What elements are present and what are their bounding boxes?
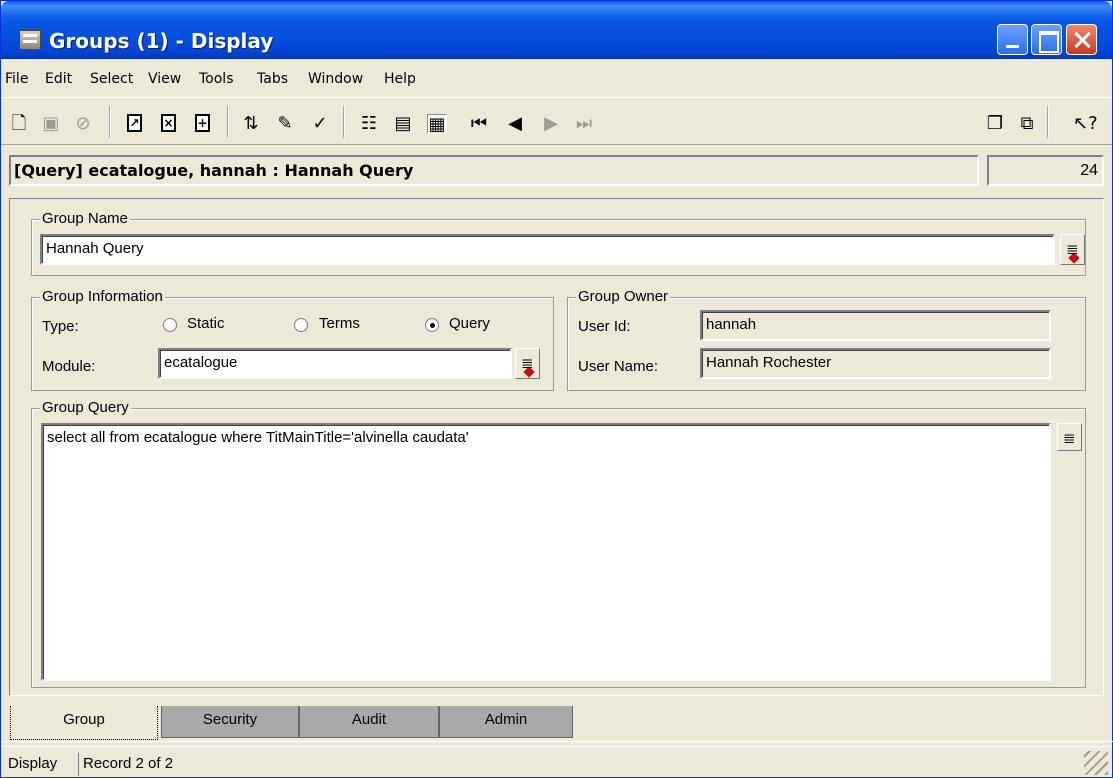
details-view-icon[interactable]: ▤ xyxy=(393,114,413,134)
minimize-button[interactable] xyxy=(997,24,1028,55)
record-query-summary: [Query] ecatalogue, hannah : Hannah Quer… xyxy=(9,155,979,186)
user-id-label: User Id: xyxy=(578,318,631,335)
query-open-button[interactable] xyxy=(1057,423,1082,451)
static-radio[interactable] xyxy=(163,318,177,332)
last-record-icon[interactable]: ⏭ xyxy=(574,114,594,134)
module-label: Module: xyxy=(42,358,96,375)
query-label[interactable]: Query xyxy=(449,315,490,332)
title-bar[interactable]: Groups (1) - Display xyxy=(1,1,1112,59)
group-owner-section: Group Owner User Id: hannah User Name: H… xyxy=(567,288,1086,391)
group-name-section: Group Name Hannah Query xyxy=(31,210,1086,276)
window-title: Groups (1) - Display xyxy=(49,29,274,53)
menu-tabs[interactable]: Tabs xyxy=(257,71,288,87)
save-icon[interactable]: ▣ xyxy=(41,114,61,134)
tab-security[interactable]: Security xyxy=(161,706,299,738)
paste-record-icon[interactable]: ⧉ xyxy=(1017,114,1037,134)
menu-tools[interactable]: Tools xyxy=(199,71,234,87)
lookup-arrow-icon xyxy=(1068,252,1080,264)
toolbar-separator xyxy=(1047,106,1049,138)
user-name-label: User Name: xyxy=(578,358,659,375)
group-name-field[interactable]: Hannah Query xyxy=(40,234,1055,265)
menu-file[interactable]: File xyxy=(5,71,28,87)
module-field[interactable]: ecatalogue xyxy=(158,348,512,379)
menu-view[interactable]: View xyxy=(148,71,181,87)
static-label[interactable]: Static xyxy=(187,315,225,332)
toolbar-separator xyxy=(343,106,345,138)
record-status: Record 2 of 2 xyxy=(78,753,1078,776)
maximize-button[interactable] xyxy=(1031,24,1062,55)
record-count: 24 xyxy=(987,155,1104,186)
status-bar: Display Record 2 of 2 xyxy=(1,746,1112,778)
group-information-section: Group Information Type: Static Terms Que… xyxy=(31,288,554,391)
module-lookup-button[interactable] xyxy=(515,348,540,379)
tab-strip: Group Security Audit Admin xyxy=(1,706,1113,742)
context-help-icon[interactable]: ↖? xyxy=(1073,114,1098,134)
cancel-icon[interactable]: ⊘ xyxy=(73,114,93,134)
resize-grip-icon[interactable] xyxy=(1084,751,1108,775)
menu-edit[interactable]: Edit xyxy=(45,71,72,87)
terms-radio[interactable] xyxy=(294,318,308,332)
group-name-legend: Group Name xyxy=(40,210,130,227)
user-id-field: hannah xyxy=(700,310,1051,341)
lookup-arrow-icon xyxy=(523,366,535,378)
sort-icon[interactable]: ⇅ xyxy=(241,114,261,134)
list-view-icon[interactable]: ☷ xyxy=(359,114,379,134)
tab-group[interactable]: Group xyxy=(10,706,158,740)
user-name-field: Hannah Rochester xyxy=(700,348,1051,379)
display-view-icon[interactable]: ▦ xyxy=(427,114,447,135)
type-label: Type: xyxy=(42,318,79,335)
copy-record-icon[interactable]: ❐ xyxy=(985,114,1005,134)
first-record-icon[interactable]: ⏮ xyxy=(469,114,489,134)
new-document-icon[interactable]: 🗋 xyxy=(9,114,29,134)
application-icon[interactable] xyxy=(19,30,41,50)
menu-help[interactable]: Help xyxy=(384,71,416,87)
group-information-legend: Group Information xyxy=(40,288,165,305)
menu-bar: File Edit Select View Tools Tabs Window … xyxy=(1,63,1112,95)
groups-display-window: Groups (1) - Display File Edit Select Vi… xyxy=(0,0,1113,778)
mode-status: Display xyxy=(8,755,58,772)
menu-window[interactable]: Window xyxy=(308,71,363,87)
tab-audit[interactable]: Audit xyxy=(299,706,439,738)
toolbar-separator xyxy=(227,106,229,138)
toolbar-separator xyxy=(109,106,111,138)
query-radio[interactable] xyxy=(425,318,439,332)
edit-note-icon[interactable]: ✎ xyxy=(275,114,295,134)
group-owner-legend: Group Owner xyxy=(576,288,671,305)
tab-admin[interactable]: Admin xyxy=(439,706,573,738)
delete-record-icon[interactable]: × xyxy=(161,114,176,132)
terms-label[interactable]: Terms xyxy=(319,315,360,332)
next-record-icon[interactable]: ▶ xyxy=(541,114,561,134)
new-record-icon[interactable]: + xyxy=(195,114,210,132)
group-query-legend: Group Query xyxy=(40,399,131,416)
spell-check-icon[interactable]: ✓ xyxy=(310,114,330,134)
add-record-icon[interactable]: ↗ xyxy=(127,114,142,132)
group-name-lookup-button[interactable] xyxy=(1060,234,1085,265)
previous-record-icon[interactable]: ◀ xyxy=(505,114,525,134)
close-button[interactable] xyxy=(1066,24,1097,55)
menu-select[interactable]: Select xyxy=(90,71,133,87)
group-query-textarea[interactable]: select all from ecatalogue where TitMain… xyxy=(41,423,1051,681)
main-toolbar: 🗋 ▣ ⊘ ↗ × + ⇅ ✎ ✓ ☷ ▤ ▦ ⏮ ◀ ▶ ⏭ ❐ ⧉ ↖? xyxy=(1,97,1112,145)
